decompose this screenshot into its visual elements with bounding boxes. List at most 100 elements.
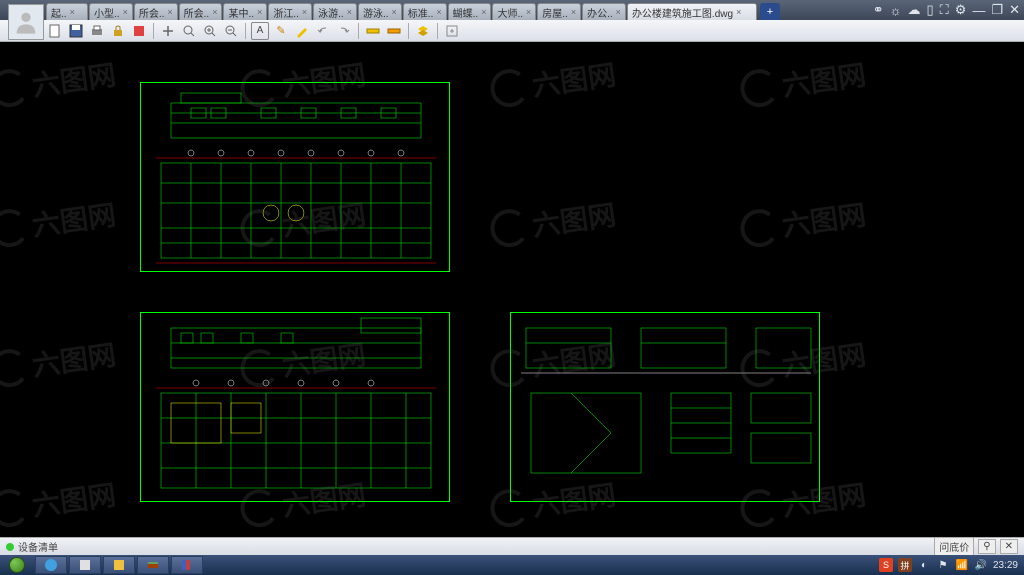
export-button[interactable] (443, 22, 461, 40)
price-button[interactable]: 问底价 (934, 537, 974, 556)
phone-icon[interactable]: ▯ (927, 2, 934, 18)
redo-button[interactable] (335, 22, 353, 40)
tab-label: 房屋.. (542, 5, 568, 20)
status-bar: 设备清单 问底价 ⚲ ✕ (0, 537, 1024, 555)
status-indicator-icon (6, 543, 14, 551)
tab-label: 起.. (51, 5, 67, 20)
tab-label: 泳游.. (318, 5, 344, 20)
tab-2[interactable]: 所会..× (134, 3, 178, 20)
fullscreen-icon[interactable]: ⛶ (940, 2, 949, 18)
tab-4[interactable]: 某中..× (223, 3, 267, 20)
toolbar-separator (153, 23, 154, 39)
print-button[interactable] (88, 22, 106, 40)
tab-close-icon[interactable]: × (571, 7, 576, 17)
tab-7[interactable]: 游泳..× (358, 3, 402, 20)
tab-close-icon[interactable]: × (526, 7, 531, 17)
window-controls: ⚭ ☼ ☁ ▯ ⛶ ⚙ — ❐ ✕ (873, 2, 1020, 18)
tab-label: 办公.. (587, 5, 613, 20)
ime-s-icon[interactable]: S (879, 558, 893, 572)
tab-label: 游泳.. (363, 5, 389, 20)
layers-button[interactable] (414, 22, 432, 40)
measure2-button[interactable] (385, 22, 403, 40)
tab-10[interactable]: 大师..× (492, 3, 536, 20)
tab-add-button[interactable]: + (760, 3, 780, 20)
tab-close-icon[interactable]: × (347, 7, 352, 17)
tab-label: 所会.. (184, 5, 210, 20)
watermark: 六图网 (738, 53, 868, 110)
tab-3[interactable]: 所会..× (179, 3, 223, 20)
tab-5[interactable]: 浙江..× (268, 3, 312, 20)
restore-button[interactable]: ❐ (991, 2, 1003, 18)
share-icon[interactable]: ☼ (890, 3, 902, 18)
tab-label: 小型.. (94, 5, 120, 20)
tab-label: 所会.. (139, 5, 165, 20)
tab-close-icon[interactable]: × (481, 7, 486, 17)
tab-active[interactable]: 办公楼建筑施工图.dwg× (627, 3, 757, 20)
highlight-button[interactable] (293, 22, 311, 40)
status-close-button[interactable]: ✕ (1000, 539, 1018, 554)
new-file-button[interactable] (46, 22, 64, 40)
pencil-button[interactable]: ✎ (272, 22, 290, 40)
tab-label: 浙江.. (273, 5, 299, 20)
tab-close-icon[interactable]: × (302, 7, 307, 17)
tab-8[interactable]: 标准..× (403, 3, 447, 20)
cloud-icon[interactable]: ☁ (908, 2, 921, 18)
tab-close-icon[interactable]: × (436, 7, 441, 17)
volume-icon[interactable]: 🔊 (974, 558, 988, 572)
tab-label: 大师.. (497, 5, 523, 20)
zoom-fit-button[interactable] (180, 22, 198, 40)
tray-icon-2[interactable]: ⚑ (936, 558, 950, 572)
tab-close-icon[interactable]: × (392, 7, 397, 17)
save-button[interactable] (67, 22, 85, 40)
system-tray: S 拼 ◐ ⚑ 📶 🔊 23:29 (879, 558, 1024, 572)
taskbar-app-5[interactable] (171, 556, 203, 574)
tab-11[interactable]: 房屋..× (537, 3, 581, 20)
tab-6[interactable]: 泳游..× (313, 3, 357, 20)
taskbar-app-1[interactable] (35, 556, 67, 574)
watermark: 六图网 (488, 53, 618, 110)
drawing-sheet-3 (510, 312, 820, 502)
watermark: 六图网 (0, 193, 118, 250)
drawing-canvas[interactable]: 六图网 六图网 六图网 六图网 六图网 六图网 六图网 六图网 六图网 六图网 … (0, 42, 1024, 537)
status-search-button[interactable]: ⚲ (978, 539, 995, 554)
tab-close-icon[interactable]: × (616, 7, 621, 17)
clock[interactable]: 23:29 (993, 560, 1018, 571)
tray-icon-1[interactable]: ◐ (917, 558, 931, 572)
tab-close-icon[interactable]: × (257, 7, 262, 17)
tab-label: 某中.. (228, 5, 254, 20)
people-icon[interactable]: ⚭ (873, 2, 884, 18)
toolbar-separator (245, 23, 246, 39)
drawing-sheet-2 (140, 312, 450, 502)
taskbar-app-3[interactable] (103, 556, 135, 574)
text-button[interactable]: A (251, 22, 269, 40)
status-device-list[interactable]: 设备清单 (18, 539, 58, 554)
tab-close-icon[interactable]: × (123, 7, 128, 17)
tab-1[interactable]: 小型..× (89, 3, 133, 20)
taskbar-app-2[interactable] (69, 556, 101, 574)
tab-9[interactable]: 蝴蝶..× (448, 3, 492, 20)
zoom-in-button[interactable] (201, 22, 219, 40)
lock-button[interactable] (109, 22, 127, 40)
pan-button[interactable] (159, 22, 177, 40)
drawing-sheet-1 (140, 82, 450, 272)
user-avatar[interactable] (8, 4, 44, 40)
tab-12[interactable]: 办公..× (582, 3, 626, 20)
ime-pinyin-icon[interactable]: 拼 (898, 558, 912, 572)
network-icon[interactable]: 📶 (955, 558, 969, 572)
tab-close-icon[interactable]: × (736, 7, 741, 17)
taskbar-app-4[interactable] (137, 556, 169, 574)
measure-button[interactable] (364, 22, 382, 40)
minimize-button[interactable]: — (972, 3, 985, 18)
tab-close-icon[interactable]: × (212, 7, 217, 17)
tab-label: 蝴蝶.. (453, 5, 479, 20)
tab-close-icon[interactable]: × (70, 7, 75, 17)
close-button[interactable]: ✕ (1009, 2, 1020, 18)
settings-icon[interactable]: ⚙ (955, 2, 967, 18)
shape-button[interactable] (130, 22, 148, 40)
undo-button[interactable] (314, 22, 332, 40)
tab-label: 标准.. (408, 5, 434, 20)
tab-close-icon[interactable]: × (167, 7, 172, 17)
tab-0[interactable]: 起..× (46, 3, 88, 20)
start-button[interactable] (0, 555, 34, 575)
zoom-out-button[interactable] (222, 22, 240, 40)
